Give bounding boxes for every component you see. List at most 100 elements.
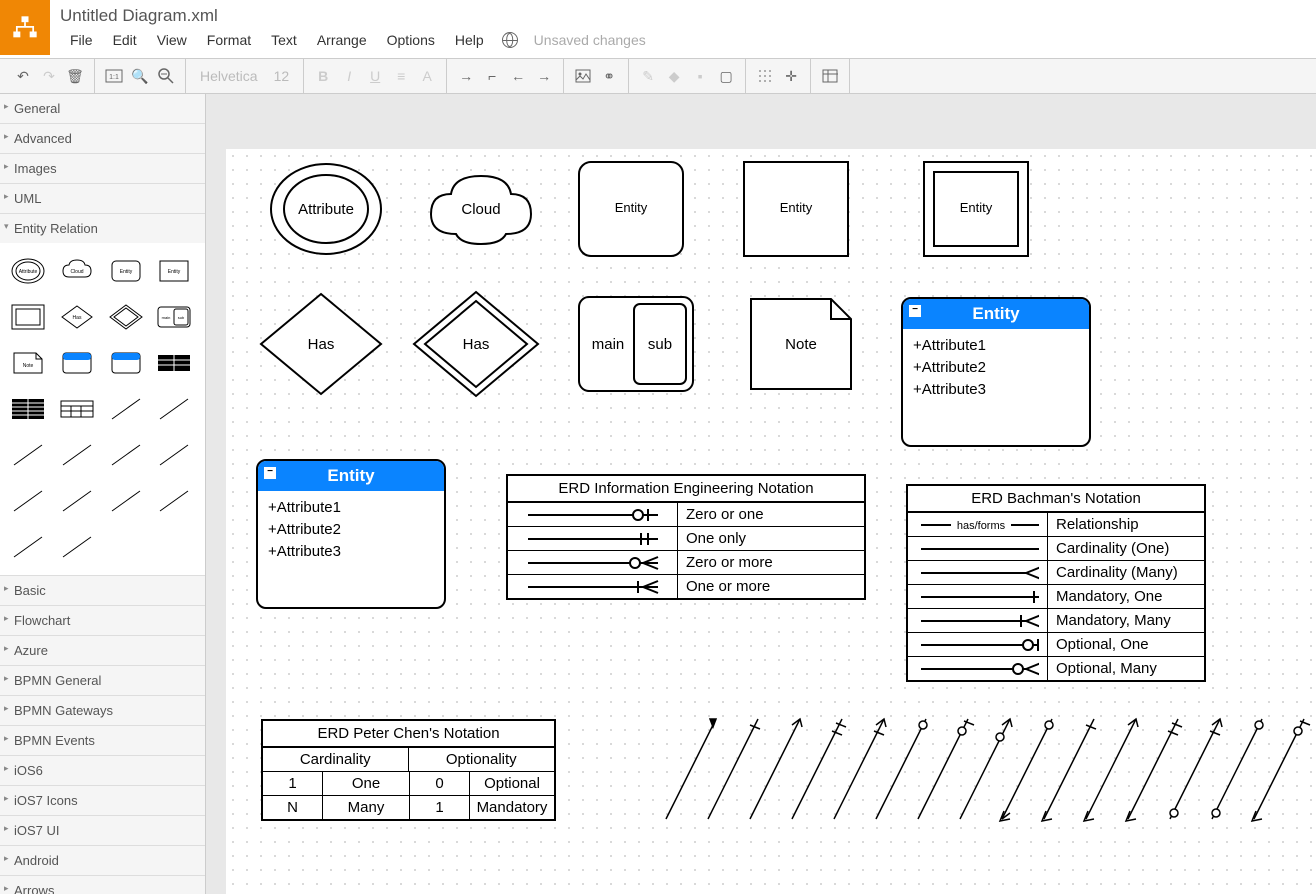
menu-edit[interactable]: Edit [103,28,147,52]
ie-notation-table[interactable]: ERD Information Engineering Notation Zer… [506,474,866,600]
menu-view[interactable]: View [147,28,197,52]
shape-entity-rounded[interactable]: Entity [576,159,686,259]
chen-notation-table[interactable]: ERD Peter Chen's Notation Cardinality Op… [261,719,556,821]
menubar: File Edit View Format Text Arrange Optio… [60,28,1316,58]
thumb-line-9[interactable] [106,481,146,521]
thumb-line-11[interactable] [8,527,48,567]
canvas[interactable]: Attribute Cloud Entity Entity Entity Has… [226,149,1316,894]
zoom-in-button[interactable]: 🔍 [127,63,153,89]
link-button[interactable]: ⚭ [596,63,622,89]
collapse-icon[interactable]: − [264,467,276,479]
zoom-out-button[interactable] [153,63,179,89]
zoom-actual-button[interactable]: 1:1 [101,63,127,89]
menu-text[interactable]: Text [261,28,307,52]
align-button[interactable]: ≡ [388,63,414,89]
grid-dots-button[interactable] [752,63,778,89]
shape-cloud[interactable]: Cloud [421,164,541,254]
thumb-note[interactable]: Note [8,343,48,383]
fill-color-button[interactable]: ◆ [661,63,687,89]
bold-button[interactable]: B [310,63,336,89]
palette-advanced[interactable]: Advanced [0,124,205,153]
waypoint-button[interactable]: ⌐ [479,63,505,89]
thumb-line-7[interactable] [8,481,48,521]
underline-button[interactable]: U [362,63,388,89]
palette-android[interactable]: Android [0,846,205,875]
canvas-area[interactable]: Attribute Cloud Entity Entity Entity Has… [206,94,1316,894]
thumb-bachman-table[interactable] [8,389,48,429]
palette-azure[interactable]: Azure [0,636,205,665]
arrow-samples[interactable] [636,709,1316,839]
thumb-attribute[interactable]: Attribute [8,251,48,291]
palette-bpmn-gateways[interactable]: BPMN Gateways [0,696,205,725]
shape-entity-double[interactable]: Entity [921,159,1031,259]
palette-bpmn-general[interactable]: BPMN General [0,666,205,695]
language-icon[interactable] [502,32,518,48]
menu-format[interactable]: Format [197,28,261,52]
thumb-entity-double[interactable] [8,297,48,337]
thumb-entity-table-blue2[interactable] [106,343,146,383]
menu-help[interactable]: Help [445,28,494,52]
palette-bpmn-events[interactable]: BPMN Events [0,726,205,755]
document-title[interactable]: Untitled Diagram.xml [60,0,1316,28]
container-button[interactable]: ▢ [713,63,739,89]
palette-uml[interactable]: UML [0,184,205,213]
font-size-select[interactable]: 12 [266,68,298,84]
line-color-button[interactable]: ✎ [635,63,661,89]
shape-mainsub[interactable]: mainsub [576,294,696,394]
palette-basic[interactable]: Basic [0,576,205,605]
thumb-line-10[interactable] [154,481,194,521]
shape-attribute[interactable]: Attribute [266,159,386,259]
shape-has-double-diamond[interactable]: Has [411,289,541,399]
shadow-button[interactable]: ▪ [687,63,713,89]
thumb-chen-table[interactable] [57,389,97,429]
palette-entity-relation[interactable]: Entity Relation [0,214,205,243]
menu-arrange[interactable]: Arrange [307,28,377,52]
shape-note[interactable]: Note [746,294,856,394]
collapse-icon[interactable]: − [909,305,921,317]
undo-button[interactable]: ↶ [10,63,36,89]
font-family-select[interactable]: Helvetica [192,68,266,84]
thumb-entity-rounded[interactable]: Entity [106,251,146,291]
thumb-line-8[interactable] [57,481,97,521]
thumb-line-6[interactable] [154,435,194,475]
shape-has-diamond[interactable]: Has [256,289,386,399]
menu-file[interactable]: File [60,28,103,52]
palette-ios7-ui[interactable]: iOS7 UI [0,816,205,845]
redo-button[interactable]: ↷ [36,63,62,89]
arrow-start-button[interactable]: ← [505,63,531,89]
thumb-ie-table[interactable] [154,343,194,383]
shape-entity-square[interactable]: Entity [741,159,851,259]
arrow-end-button[interactable]: → [531,63,557,89]
palette-flowchart[interactable]: Flowchart [0,606,205,635]
thumb-has-double-diamond[interactable] [106,297,146,337]
thumb-line-5[interactable] [106,435,146,475]
palette-general[interactable]: General [0,94,205,123]
outline-button[interactable] [817,63,843,89]
shape-entity-table-1[interactable]: −Entity +Attribute1 +Attribute2 +Attribu… [901,297,1091,447]
menu-options[interactable]: Options [377,28,445,52]
app-logo[interactable] [0,0,50,55]
thumb-line-1[interactable] [106,389,146,429]
connection-button[interactable]: → [453,63,479,89]
thumb-cloud[interactable]: Cloud [57,251,97,291]
palette-ios6[interactable]: iOS6 [0,756,205,785]
thumb-line-2[interactable] [154,389,194,429]
italic-button[interactable]: I [336,63,362,89]
thumb-entity-table-blue[interactable] [57,343,97,383]
thumb-line-3[interactable] [8,435,48,475]
palette-images[interactable]: Images [0,154,205,183]
guides-button[interactable]: ✛ [778,63,804,89]
thumb-mainsub[interactable]: mainsub [154,297,194,337]
palette-ios7-icons[interactable]: iOS7 Icons [0,786,205,815]
svg-text:Note: Note [785,336,817,353]
thumb-line-4[interactable] [57,435,97,475]
bachman-notation-table[interactable]: ERD Bachman's Notation has/formsRelation… [906,484,1206,682]
image-button[interactable] [570,63,596,89]
thumb-line-12[interactable] [57,527,97,567]
palette-arrows[interactable]: Arrows [0,876,205,894]
thumb-has-diamond[interactable]: Has [57,297,97,337]
thumb-entity-square[interactable]: Entity [154,251,194,291]
delete-button[interactable]: 🗑 [62,63,88,89]
shape-entity-table-2[interactable]: −Entity +Attribute1 +Attribute2 +Attribu… [256,459,446,609]
font-color-button[interactable]: A [414,63,440,89]
